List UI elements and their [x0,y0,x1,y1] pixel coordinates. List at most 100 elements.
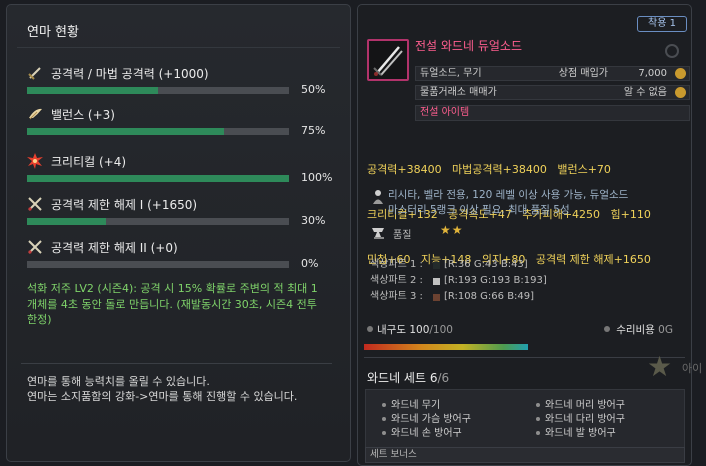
durability: 내구도 100/100 [377,322,453,337]
durability-max: /100 [429,324,453,336]
stat-progress-fill [27,218,106,225]
set-bonus-header: 세트 보너스 [365,447,685,463]
stat-limit-break-1: 공격력 제한 해제 I (+1650) 30% [27,196,347,236]
stat-label: 공격력 제한 해제 I (+1650) [51,198,198,212]
durability-dot-icon [367,326,373,332]
stat-progress-fill [27,175,289,182]
set-item: 와드네 머리 방어구 [536,396,625,411]
color-part-row: 색상파트 2 : [R:193 G:193 B:193] [370,273,547,289]
item-info-row: 듀얼소드, 무기 상점 매입가 7,000 [415,66,690,81]
enhance-help-text: 연마를 통해 능력치를 올릴 수 있습니다. 연마는 소지품함의 강화->연마를… [27,375,297,404]
help-line: 연마를 통해 능력치를 올릴 수 있습니다. [27,375,210,388]
color-swatch [433,294,440,301]
gold-coin-icon [675,68,686,79]
stat-percent: 75% [301,124,326,137]
critical-burst-icon [27,153,43,169]
set-item-label: 와드네 발 방어구 [545,428,616,439]
bullet-icon [536,403,540,407]
equipped-badge: 착용 1 [637,16,687,32]
stat-limit-break-2: 공격력 제한 해제 II (+0) 0% [27,239,347,279]
set-name: 와드네 세트 [367,371,427,385]
stat-attack: 공격력 / 마법 공격력 (+1000) 50% [27,65,347,105]
repair-cost-value: 0G [658,324,673,336]
market-price-label: 물품거래소 매매가 [420,87,497,98]
color-part-row: 색상파트 3 : [R:108 G:66 B:49] [370,289,534,305]
item-icon [367,39,409,81]
stat-balance: 밸런스 (+3) 75% [27,106,347,146]
shop-price: 상점 매입가 7,000 [559,67,667,80]
stat-label: 공격력 제한 해제 II (+0) [51,241,178,255]
background-label: 아이 [682,362,703,375]
crossed-swords-icon [28,197,42,211]
stat-progress-bar [27,218,289,225]
anvil-icon [372,228,384,239]
shop-price-value: 7,000 [638,68,667,79]
stat-progress-bar [27,87,289,94]
color-part-label: 색상파트 3 : [370,291,423,302]
crossed-swords-icon [28,240,42,254]
item-tooltip: 착용 1 전설 와드네 듀얼소드 듀얼소드, 무기 상점 매입가 7,000 물… [357,4,692,466]
durability-bar [364,344,528,350]
stat-label: 밸런스 (+3) [51,108,115,122]
sword-icon [28,67,41,80]
help-line: 연마는 소지품함의 강화->연마를 통해 진행할 수 있습니다. [27,389,298,403]
color-part-value: [R:36 G:43 B:43] [444,259,528,270]
set-items-box: 와드네 무기 와드네 머리 방어구 와드네 가슴 방어구 와드네 다리 방어구 … [365,389,685,451]
stat-progress-fill [27,87,158,94]
set-item: 와드네 발 방어구 [536,424,616,439]
set-item: 와드네 무기 [382,396,440,411]
stat-percent: 0% [301,257,319,270]
color-part-label: 색상파트 2 : [370,275,423,286]
feather-wing-icon [29,108,42,120]
title-divider [17,47,340,48]
requirement-line: 리시타, 벨라 전용, 120 레벨 이상 사용 가능, 듀얼소드 [388,189,629,201]
stat-label: 공격력 / 마법 공격력 (+1000) [51,67,209,81]
curse-effect-text: 석화 저주 LV2 (시즌4): 공격 시 15% 확률로 주변의 적 최대 1… [27,282,318,326]
color-part-value: [R:193 G:193 B:193] [444,275,547,286]
item-rarity: 전설 아이템 [415,105,690,121]
dual-sword-icon [373,46,403,76]
footer-divider [21,363,332,364]
durability-label: 내구도 [377,324,406,336]
stat-progress-bar [27,261,289,268]
stat-percent: 30% [301,214,326,227]
color-part-value: [R:108 G:66 B:49] [444,291,535,302]
stat-line: 공격력+38400 마법공격력+38400 밸런스+70 [367,163,611,176]
stat-label: 크리티컬 (+4) [51,155,127,169]
enhance-panel-title: 연마 현황 [27,25,79,40]
color-swatch [433,262,440,269]
requirement-line: 마스터리 5랭크 이상 필요, 최대 품질 5성 [388,204,570,216]
stat-progress-bar [27,175,289,182]
stat-critical: 크리티컬 (+4) 100% [27,153,347,193]
repair-cost-label: 수리비용 [616,324,655,336]
set-title: 와드네 세트 6/6 [367,369,449,386]
market-price-row: 물품거래소 매매가 알 수 없음 [415,85,690,100]
set-item: 와드네 손 방어구 [382,424,462,439]
bullet-icon [536,417,540,421]
bullet-icon [382,431,386,435]
color-parts: 색상파트 1 : [R:36 G:43 B:43] 색상파트 2 : [R:19… [370,257,547,305]
item-category: 듀얼소드, 무기 [420,68,482,79]
set-item: 와드네 가슴 방어구 [382,410,471,425]
tooltip-divider [364,357,685,358]
shop-price-label: 상점 매입가 [558,68,608,79]
gold-coin-icon [675,87,686,98]
repair-dot-icon [604,326,611,332]
star-icon: ★ [647,350,673,383]
color-swatch [433,278,440,285]
durability-current: 100 [409,324,430,336]
bullet-icon [536,431,540,435]
character-icon [373,190,383,204]
stat-percent: 50% [301,83,326,96]
stat-progress-bar [27,128,289,135]
gear-icon[interactable] [665,44,679,58]
item-name: 전설 와드네 듀얼소드 [415,39,522,53]
enhance-status-panel: 연마 현황 공격력 / 마법 공격력 (+1000) 50% 밸런스 (+3) … [6,4,351,462]
bullet-icon [382,417,386,421]
color-part-row: 색상파트 1 : [R:36 G:43 B:43] [370,257,528,273]
set-item: 와드네 다리 방어구 [536,410,625,425]
set-count-max: /6 [437,371,450,385]
durability-row: 내구도 100/100 수리비용 0G [367,322,687,338]
color-part-label: 색상파트 1 : [370,259,423,270]
quality-stars: ★★ [440,223,464,237]
